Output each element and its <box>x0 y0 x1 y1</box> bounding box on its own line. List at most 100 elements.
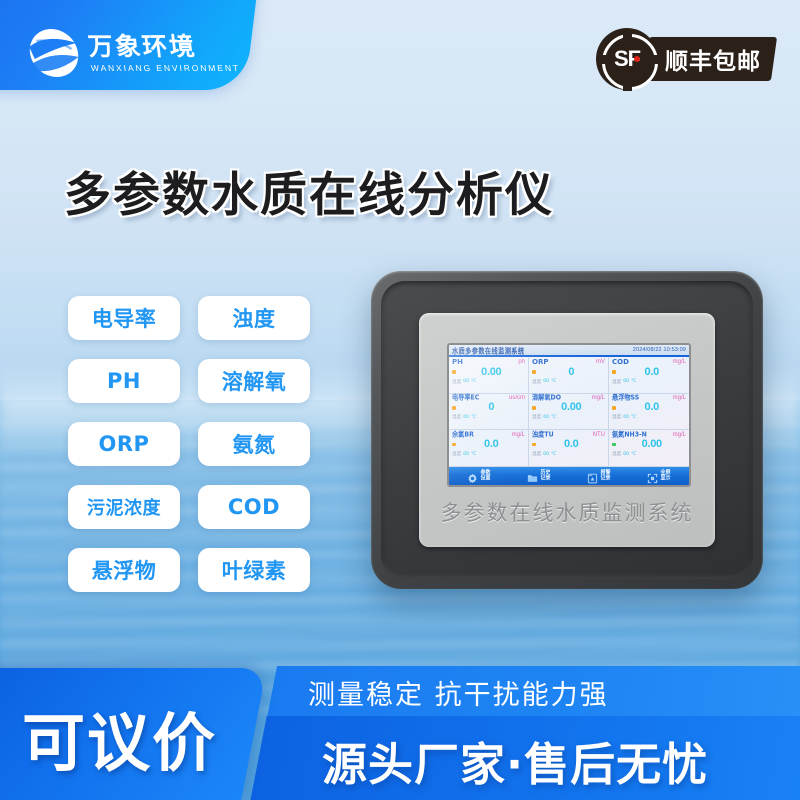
toolbar-button-fullscreen[interactable]: 全屏 显示 <box>629 467 689 485</box>
feature-tag[interactable]: ORP <box>68 422 180 466</box>
fullscreen-icon <box>647 471 658 483</box>
feature-tag-row: 悬浮物 叶绿素 <box>68 548 314 592</box>
toolbar-button-history[interactable]: 历史 记录 <box>509 467 569 485</box>
parameter-reading: 0.0 <box>532 439 605 450</box>
parameter-unit: mg/L <box>672 358 686 365</box>
promo-subtitle: 测量稳定 抗干扰能力强 <box>308 679 609 711</box>
parameter-temperature: 温度 00 ℃ <box>532 414 605 421</box>
feature-tag[interactable]: 浊度 <box>198 296 310 340</box>
temperature-value: 00 <box>623 379 630 384</box>
parameter-value: 0.0 <box>484 438 499 451</box>
parameter-temperature: 温度 00 ℃ <box>452 379 525 385</box>
status-dot-icon <box>452 406 456 410</box>
temperature-unit: ℃ <box>551 379 557 384</box>
temperature-value: 00 <box>623 414 630 420</box>
temperature-unit: ℃ <box>631 414 637 420</box>
parameter-cell[interactable]: 电导率EC us/cm 0 温度 00 ℃ <box>449 393 529 431</box>
globe-swoosh-logo-icon <box>25 27 83 79</box>
parameter-unit: mg/L <box>672 431 686 438</box>
parameter-grid: PH ph 0.00 温度 00 ℃ ORP mV 0 温度 00 ℃ COD … <box>449 357 689 467</box>
parameter-cell[interactable]: COD mg/L 0.0 温度 00 ℃ <box>609 357 689 394</box>
temperature-unit: ℃ <box>471 414 477 420</box>
parameter-temperature: 温度 00 ℃ <box>532 379 605 385</box>
sf-red-dot <box>634 56 640 62</box>
temperature-value: 00 <box>463 379 470 384</box>
parameter-unit: NTU <box>592 431 605 438</box>
parameter-unit: ph <box>518 358 525 365</box>
parameter-name: 余氯BR <box>452 430 474 439</box>
feature-tag-row: 电导率 浊度 <box>68 296 314 340</box>
parameter-unit: mV <box>596 358 605 365</box>
status-dot-icon <box>612 442 616 447</box>
temperature-unit: ℃ <box>551 451 557 457</box>
brand-logo-group: 万象环境 WANXIANG ENVIRONMENT <box>24 18 248 88</box>
feature-tag[interactable]: 污泥浓度 <box>68 485 180 529</box>
temperature-unit: ℃ <box>471 379 477 384</box>
temperature-value: 00 <box>543 379 550 384</box>
parameter-cell[interactable]: 氨氮NH3-N mg/L 0.00 温度 00 ℃ <box>609 430 689 467</box>
parameter-temperature: 温度 00 ℃ <box>452 451 525 458</box>
brand-name-cn: 万象环境 <box>86 31 198 61</box>
temperature-unit: ℃ <box>471 451 477 457</box>
toolbar-label: 报警 记录 <box>600 468 611 482</box>
device-screen[interactable]: 水质多参数在线监测系统 2024/08/22 10:53:09 PH ph 0.… <box>447 343 691 487</box>
feature-tag[interactable]: 叶绿素 <box>198 548 310 592</box>
parameter-name: COD <box>612 357 629 366</box>
parameter-reading: 0.00 <box>532 402 605 413</box>
parameter-value: 0.0 <box>644 401 660 414</box>
parameter-unit: mg/L <box>511 431 525 438</box>
parameter-temperature: 温度 00 ℃ <box>612 451 686 458</box>
parameter-reading: 0.0 <box>612 402 686 413</box>
temperature-label: 温度 <box>612 452 622 458</box>
temperature-label: 温度 <box>612 379 622 385</box>
parameter-value: 0.00 <box>481 365 502 378</box>
status-dot-icon <box>612 370 616 374</box>
parameter-temperature: 温度 00 ℃ <box>452 414 525 421</box>
parameter-reading: 0.00 <box>612 439 686 450</box>
document-alert-icon <box>587 471 598 483</box>
feature-tag[interactable]: 电导率 <box>68 296 180 340</box>
parameter-reading: 0.00 <box>452 365 525 378</box>
parameter-reading: 0 <box>532 366 605 378</box>
toolbar-button-alarms[interactable]: 报警 记录 <box>569 467 629 485</box>
parameter-name: 浊度TU <box>532 430 554 439</box>
parameter-cell[interactable]: PH ph 0.00 温度 00 ℃ <box>449 357 529 394</box>
temperature-value: 00 <box>463 451 470 457</box>
parameter-name: 悬浮物SS <box>612 394 640 402</box>
parameter-value: 0 <box>488 401 495 414</box>
temperature-label: 温度 <box>532 379 542 385</box>
toolbar-button-settings[interactable]: 参数 设置 <box>449 467 509 485</box>
parameter-value: 0.0 <box>564 438 579 451</box>
parameter-cell[interactable]: 悬浮物SS mg/L 0.0 温度 00 ℃ <box>609 394 689 431</box>
toolbar-label: 全屏 显示 <box>660 468 671 482</box>
brand-logo-text: 万象环境 WANXIANG ENVIRONMENT <box>86 31 240 73</box>
parameter-cell[interactable]: 余氯BR mg/L 0.0 温度 00 ℃ <box>449 430 529 467</box>
feature-tag-row: 污泥浓度 COD <box>68 485 314 529</box>
feature-tag[interactable]: 悬浮物 <box>68 548 180 592</box>
status-dot-icon <box>532 370 536 374</box>
feature-tag-row: ORP 氨氮 <box>68 422 314 466</box>
parameter-cell[interactable]: 浊度TU NTU 0.0 温度 00 ℃ <box>529 430 609 467</box>
feature-tag[interactable]: COD <box>198 485 310 529</box>
temperature-unit: ℃ <box>631 379 637 384</box>
parameter-reading: 0.0 <box>612 365 686 378</box>
feature-tag[interactable]: 氨氮 <box>198 422 310 466</box>
temperature-value: 00 <box>623 451 630 457</box>
parameter-header: COD mg/L <box>612 357 686 366</box>
parameter-value: 0.0 <box>644 365 660 378</box>
parameter-cell[interactable]: 溶解氧DO mg/L 0.00 温度 00 ℃ <box>529 393 609 431</box>
parameter-value: 0.00 <box>561 401 582 414</box>
temperature-label: 温度 <box>532 415 542 421</box>
analyzer-device: 水质多参数在线监测系统 2024/08/22 10:53:09 PH ph 0.… <box>371 271 763 589</box>
device-faceplate: 水质多参数在线监测系统 2024/08/22 10:53:09 PH ph 0.… <box>419 313 715 547</box>
parameter-cell[interactable]: ORP mV 0 温度 00 ℃ <box>529 357 609 394</box>
parameter-header: ORP mV <box>532 358 605 366</box>
parameter-header: PH ph <box>452 358 525 366</box>
feature-tag[interactable]: 溶解氧 <box>198 359 310 403</box>
feature-tag[interactable]: PH <box>68 359 180 403</box>
parameter-unit: mg/L <box>591 395 605 402</box>
gear-icon <box>467 471 478 483</box>
shipping-badge-label: 顺丰包邮 <box>665 49 761 75</box>
parameter-name: 电导率EC <box>452 394 480 402</box>
screen-title: 水质多参数在线监测系统 <box>452 347 525 356</box>
